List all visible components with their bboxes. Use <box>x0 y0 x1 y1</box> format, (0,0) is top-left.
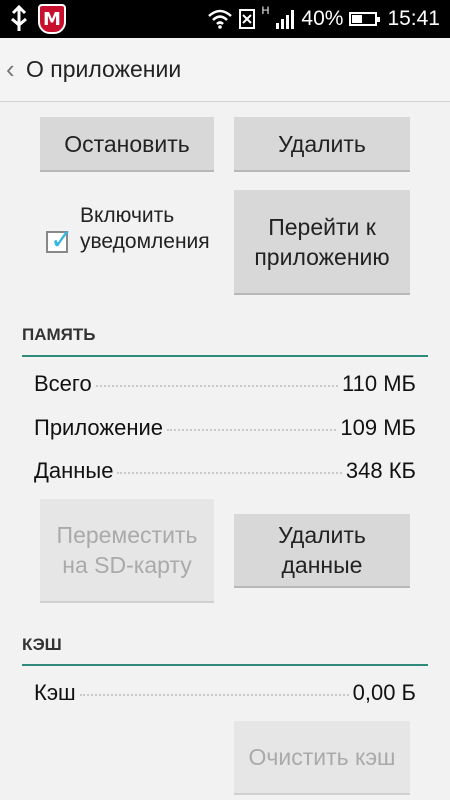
mcafee-icon: M <box>38 4 66 34</box>
wifi-icon <box>208 9 233 29</box>
cache-divider <box>22 664 428 666</box>
uninstall-button[interactable]: Удалить <box>234 117 410 172</box>
memory-row-data: Данные 348 КБ <box>34 458 416 484</box>
app-info-content: Остановить Удалить ✓ Включить уведомлени… <box>0 103 450 800</box>
clock: 15:41 <box>387 7 440 30</box>
memory-row-total: Всего 110 МБ <box>34 371 416 397</box>
cache-row-value: 0,00 Б <box>352 680 416 705</box>
action-bar: ‹ О приложении <box>0 38 450 102</box>
memory-row-label: Данные <box>34 458 114 483</box>
cache-row-label: Кэш <box>34 680 76 705</box>
move-to-sd-button[interactable]: Переместить на SD-карту <box>40 499 214 603</box>
memory-row-app: Приложение 109 МБ <box>34 415 416 441</box>
memory-divider <box>22 355 428 357</box>
signal-icon <box>276 10 295 29</box>
network-type-label: H <box>261 5 270 17</box>
dotted-leader <box>167 429 337 431</box>
dotted-leader <box>117 472 342 474</box>
memory-section-header: ПАМЯТЬ <box>22 325 96 344</box>
page-title[interactable]: О приложении <box>26 56 181 83</box>
dotted-leader <box>95 385 339 387</box>
clear-data-button[interactable]: Удалить данные <box>234 514 410 588</box>
checkmark-icon: ✓ <box>50 224 74 255</box>
stop-button[interactable]: Остановить <box>40 117 214 172</box>
status-left: M <box>10 4 66 34</box>
memory-row-value: 348 КБ <box>345 458 416 483</box>
open-app-button[interactable]: Перейти к приложению <box>234 190 410 295</box>
battery-percent: 40% <box>301 7 344 30</box>
notifications-checkbox[interactable]: ✓ <box>46 224 73 255</box>
memory-row-label: Всего <box>34 371 92 396</box>
memory-row-value: 109 МБ <box>340 415 416 440</box>
memory-row-label: Приложение <box>34 415 164 440</box>
notifications-label: Включить уведомления <box>80 204 210 253</box>
cache-row: Кэш 0,00 Б <box>34 680 416 706</box>
battery-icon <box>349 12 381 26</box>
back-chevron-icon[interactable]: ‹ <box>6 54 22 85</box>
dotted-leader <box>79 694 349 696</box>
sim-icon <box>239 9 256 29</box>
cache-section-header: КЭШ <box>22 635 62 654</box>
status-right: H 40% 15:41 <box>207 0 440 38</box>
memory-row-value: 110 МБ <box>342 371 416 396</box>
usb-icon <box>11 5 27 31</box>
clear-cache-button[interactable]: Очистить кэш <box>234 721 410 795</box>
status-bar: M H 40% 15:41 <box>0 0 450 38</box>
